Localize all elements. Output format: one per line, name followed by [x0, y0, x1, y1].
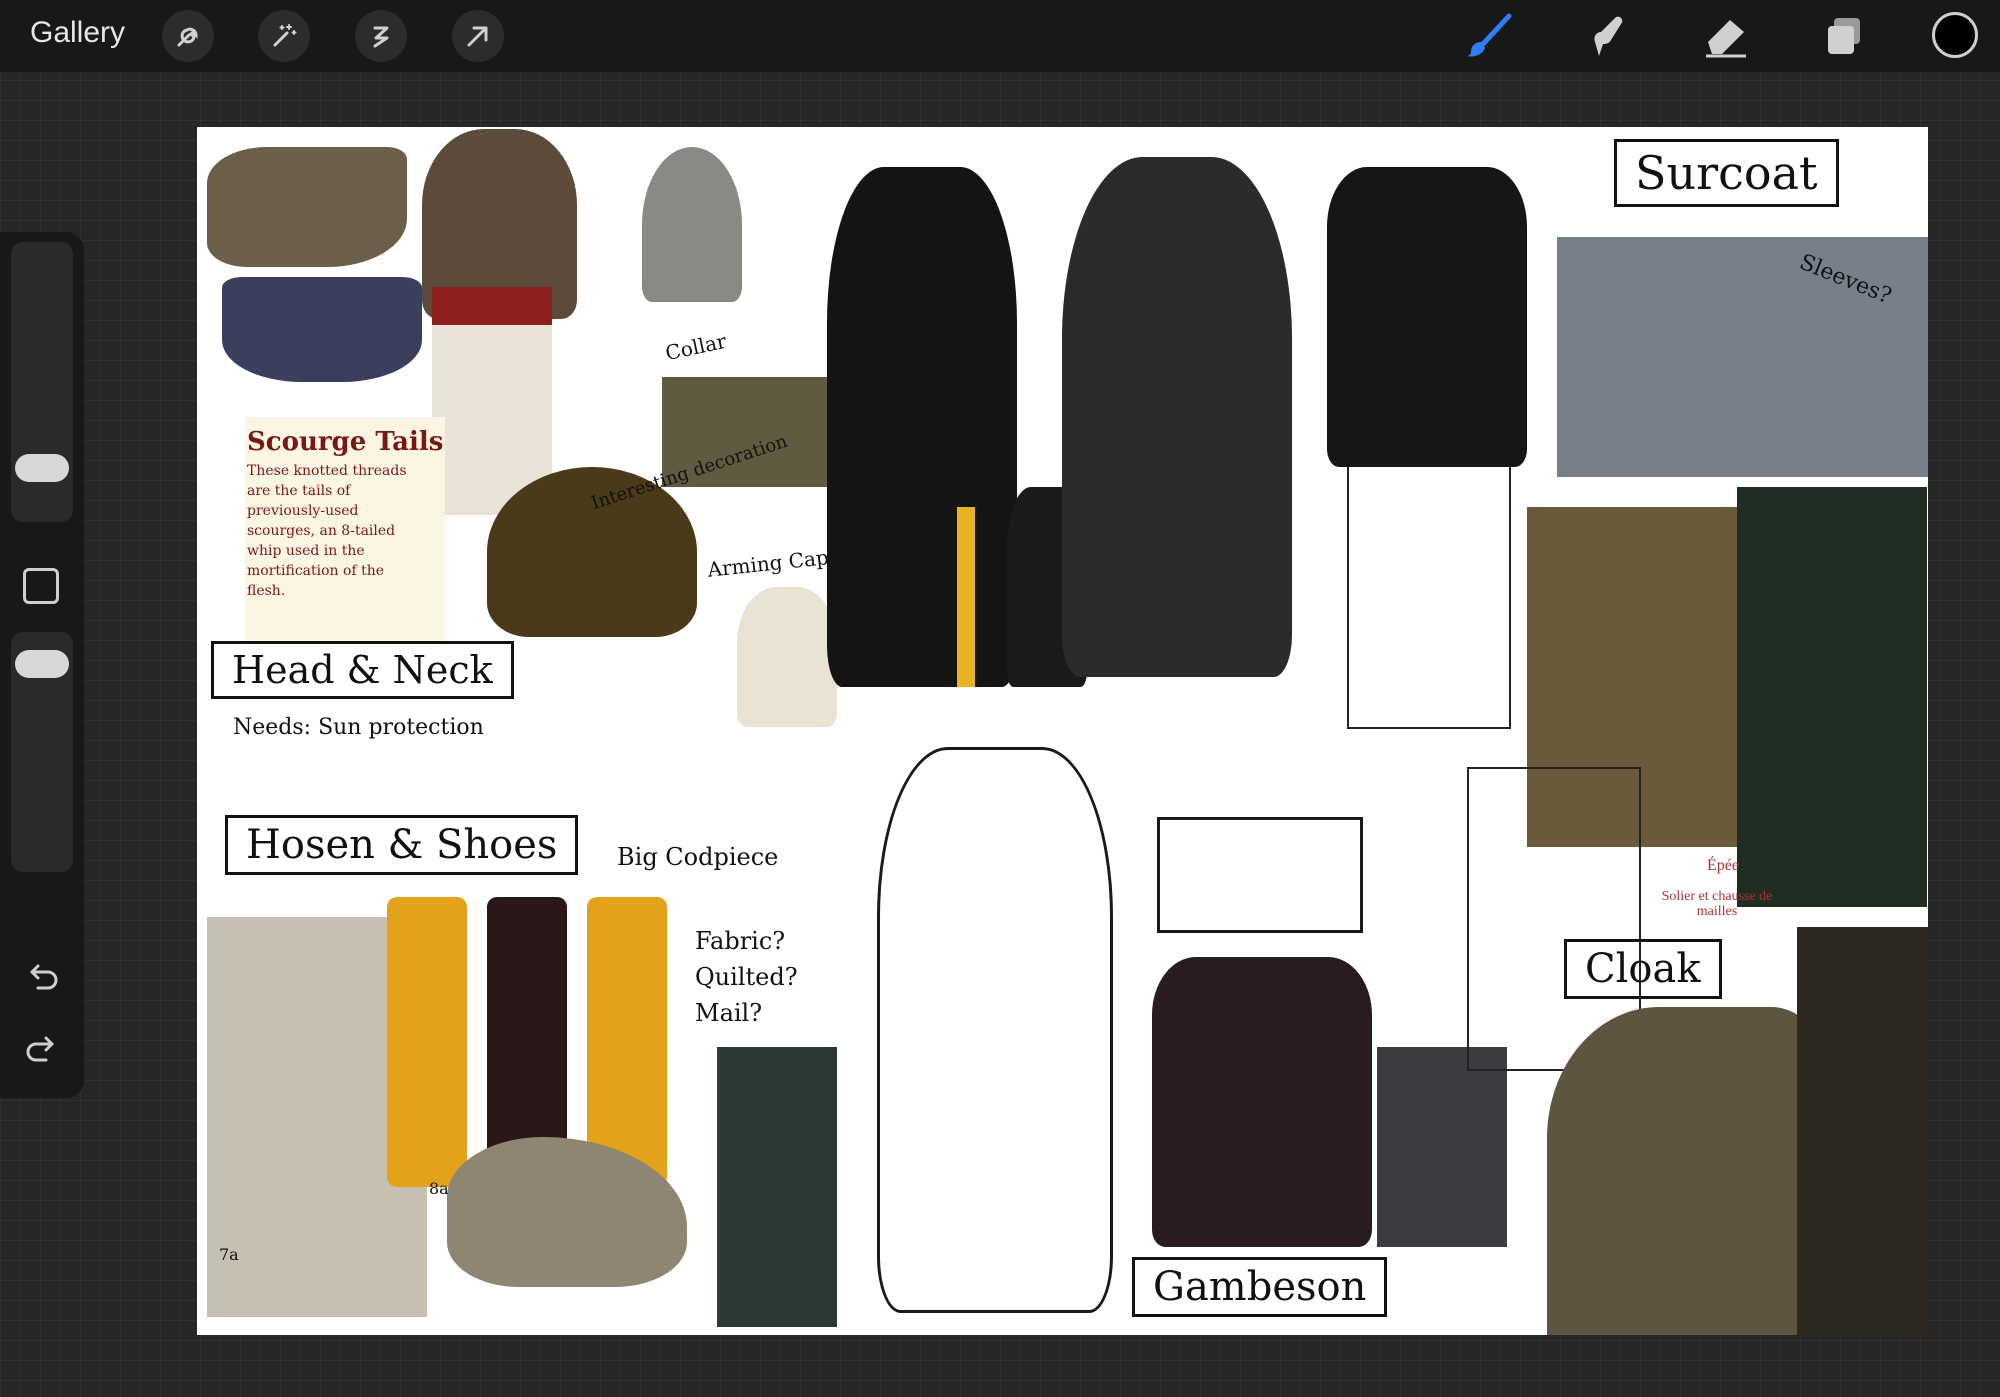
- mail-leg-reference: [717, 1047, 837, 1327]
- transform-button[interactable]: [452, 10, 504, 62]
- sidebar: [0, 232, 84, 1098]
- brown-gambeson-photo: [1152, 957, 1372, 1247]
- fabric-note-line: Fabric?: [695, 927, 786, 955]
- brush-size-thumb[interactable]: [15, 454, 69, 482]
- modify-button[interactable]: [23, 568, 59, 604]
- tunic-pattern-sketch: [1157, 817, 1363, 933]
- fig-7a-label: 7a: [219, 1245, 239, 1264]
- cloaked-warrior-image: [1547, 1007, 1827, 1335]
- hosen-shoes-heading: Hosen & Shoes: [225, 815, 579, 875]
- fabric-note-line: Quilted?: [695, 963, 798, 991]
- opacity-slider[interactable]: [11, 632, 73, 872]
- hood-reference-image: [207, 147, 407, 267]
- color-swatch[interactable]: [1932, 12, 1978, 58]
- smudge-tool[interactable]: [1585, 12, 1633, 60]
- needs-note: Needs: Sun protection: [233, 715, 484, 740]
- fig-8a-label: 8a: [429, 1179, 449, 1198]
- scourge-description: These knotted threads are the tails of p…: [247, 463, 407, 599]
- brush-size-slider[interactable]: [11, 242, 73, 522]
- black-yellow-surcoat-sketch: [827, 167, 1017, 687]
- yellow-hose-sample: [387, 897, 467, 1187]
- actions-button[interactable]: [162, 10, 214, 62]
- black-gambeson-sketch: [1327, 167, 1527, 467]
- eraser-tool[interactable]: [1702, 12, 1750, 60]
- scourge-title: Scourge Tails: [247, 427, 444, 457]
- fabric-note-line: Mail?: [695, 999, 763, 1027]
- hooded-man-reference-image: [222, 277, 422, 382]
- solier-caption: Solier et chausse de mailles: [1661, 889, 1773, 919]
- layers-icon: [1828, 18, 1860, 54]
- yellow-hose-stripe: [957, 507, 975, 687]
- undo-icon[interactable]: [22, 958, 62, 998]
- knight-torso-photo: [1377, 1047, 1507, 1247]
- adjustments-button[interactable]: [258, 10, 310, 62]
- big-codpiece-label: Big Codpiece: [617, 843, 779, 871]
- fabric-note: Fabric? Quilted? Mail?: [695, 923, 798, 1031]
- head-neck-heading: Head & Neck: [211, 641, 514, 699]
- wrench-icon: [177, 27, 198, 47]
- gallery-button[interactable]: Gallery: [30, 16, 125, 50]
- eraser-icon: [1706, 20, 1746, 58]
- opacity-thumb[interactable]: [15, 650, 69, 678]
- magic-wand-icon: [273, 24, 297, 47]
- brush-tool[interactable]: [1465, 12, 1513, 60]
- gambeson-heading: Gambeson: [1132, 1257, 1388, 1317]
- selection-icon: [373, 26, 389, 48]
- bascinet-helmet-image: [642, 147, 742, 302]
- arming-cap-photo: [737, 587, 837, 727]
- surcoat-knight-photo: [1557, 237, 1928, 477]
- cloak-heading: Cloak: [1564, 939, 1722, 999]
- layers-tool[interactable]: [1820, 12, 1868, 60]
- drawing-canvas[interactable]: Scourge Tails These knotted threads are …: [197, 127, 1928, 1335]
- transform-arrow-icon: [467, 26, 488, 47]
- hooded-figure-image: [1797, 927, 1928, 1335]
- hospitaller-knight-illustration: [1737, 487, 1927, 907]
- surcoat-heading: Surcoat: [1614, 139, 1839, 207]
- tunic-line-sketch: [877, 747, 1113, 1313]
- redo-icon[interactable]: [22, 1030, 62, 1070]
- epee-caption: Épée: [1707, 857, 1739, 874]
- collar-label: Collar: [663, 328, 729, 366]
- brush-icon: [1467, 13, 1512, 57]
- selection-button[interactable]: [355, 10, 407, 62]
- grey-surcoat-sketch: [1062, 157, 1292, 677]
- leg-outline-sketch: [1347, 467, 1511, 729]
- smudge-icon: [1594, 16, 1623, 56]
- top-toolbar: Gallery: [0, 0, 2000, 72]
